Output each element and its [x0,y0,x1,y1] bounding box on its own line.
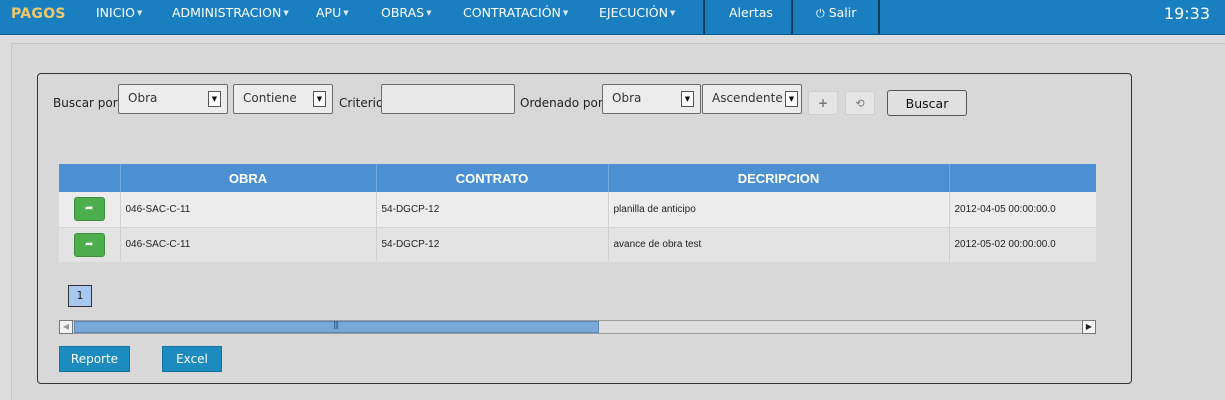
nav-item-contratacion[interactable]: CONTRATACIÓN ▼ [463,0,568,26]
caret-down-icon: ▼ [343,9,349,17]
column-header-action [59,164,120,192]
search-field-value: Obra [128,91,158,105]
search-operator-select[interactable]: Contiene ▼ [233,84,333,114]
cell-contrato: 54-DGCP-12 [375,227,608,262]
caret-down-icon: ▼ [562,9,569,17]
horizontal-scrollbar[interactable]: ◀ ||| ▶ [59,320,1096,334]
nav-item-apu[interactable]: APU ▼ [316,0,349,26]
table-header-row: OBRA CONTRATO DECRIPCION [59,164,1096,192]
criterio-input[interactable] [381,84,515,114]
buscar-por-label: Buscar por: [53,96,122,110]
cell-fecha: 2012-05-02 00:00:00.0 [948,227,1096,262]
caret-down-icon: ▼ [785,91,798,107]
order-field-select[interactable]: Obra ▼ [602,84,701,114]
logout-label: Salir [828,5,857,20]
buscar-button[interactable]: Buscar [887,90,967,116]
column-header-obra[interactable]: OBRA [119,164,376,192]
results-table: OBRA CONTRATO DECRIPCION ➦ 046-SAC-C-11 … [59,164,1096,262]
nav-item-label: INICIO [96,5,135,20]
search-field-select[interactable]: Obra ▼ [118,84,228,114]
grip-icon: ||| [333,320,339,329]
power-icon: ⏻ [816,7,825,20]
nav-item-label: APU [316,5,342,20]
table-row: ➦ 046-SAC-C-11 54-DGCP-12 avance de obra… [59,227,1096,262]
scroll-left-icon[interactable]: ◀ [59,320,73,334]
column-header-descripcion[interactable]: DECRIPCION [607,164,949,192]
add-filter-button[interactable]: + [808,91,838,115]
caret-down-icon: ▼ [313,91,326,107]
nav-item-administracion[interactable]: ADMINISTRACION ▼ [172,0,289,26]
excel-button[interactable]: Excel [162,346,222,372]
cell-obra: 046-SAC-C-11 [119,227,376,262]
nav-divider [791,0,793,34]
caret-down-icon: ▼ [283,9,289,17]
nav-item-label: CONTRATACIÓN [463,5,561,20]
page-button-current[interactable]: 1 [68,285,92,307]
logout-button[interactable]: ⏻ Salir [816,0,856,27]
cell-descripcion: planilla de anticipo [607,192,949,228]
share-icon: ➦ [85,238,94,250]
cell-obra: 046-SAC-C-11 [119,192,376,228]
nav-item-label: OBRAS [381,5,425,20]
nav-item-alertas[interactable]: Alertas [729,0,773,26]
caret-down-icon: ▼ [681,91,694,107]
caret-down-icon: ▼ [136,9,143,17]
nav-item-label: EJECUCIÓN [599,5,668,20]
column-header-contrato[interactable]: CONTRATO [375,164,608,192]
top-navbar: PAGOS INICIO ▼ ADMINISTRACION ▼ APU ▼ OBRAS… [0,0,1225,35]
open-row-button[interactable]: ➦ [73,232,105,257]
search-operator-value: Contiene [243,91,297,105]
ordenado-por-label: Ordenado por: [520,96,607,110]
refresh-icon: ⟲ [855,97,865,110]
caret-down-icon: ▼ [669,9,676,17]
caret-down-icon: ▼ [208,91,221,107]
order-direction-value: Ascendente [712,91,783,105]
row-action-cell: ➦ [59,227,120,262]
cell-contrato: 54-DGCP-12 [375,192,608,228]
scroll-right-icon[interactable]: ▶ [1082,320,1096,334]
plus-icon: + [817,96,829,110]
scrollbar-thumb[interactable]: ||| [74,320,599,333]
clock: 19:33 [1163,4,1210,23]
caret-down-icon: ▼ [426,9,432,17]
nav-item-obras[interactable]: OBRAS ▼ [381,0,431,26]
row-action-cell: ➦ [59,192,120,228]
reporte-button[interactable]: Reporte [59,346,130,372]
nav-divider [878,0,880,34]
cell-fecha: 2012-04-05 00:00:00.0 [948,192,1096,228]
brand-logo[interactable]: PAGOS [11,0,66,28]
column-header-fecha[interactable] [948,164,1096,192]
nav-item-label: ADMINISTRACION [172,5,282,20]
table-row: ➦ 046-SAC-C-11 54-DGCP-12 planilla de an… [59,192,1096,228]
open-row-button[interactable]: ➦ [73,197,105,222]
reset-filter-button[interactable]: ⟲ [845,91,875,115]
cell-descripcion: avance de obra test [607,227,949,262]
nav-item-ejecucion[interactable]: EJECUCIÓN ▼ [599,0,675,26]
order-direction-select[interactable]: Ascendente ▼ [702,84,802,114]
order-field-value: Obra [612,91,642,105]
share-icon: ➦ [85,203,94,215]
nav-divider [703,0,705,34]
nav-item-inicio[interactable]: INICIO ▼ [96,0,142,26]
